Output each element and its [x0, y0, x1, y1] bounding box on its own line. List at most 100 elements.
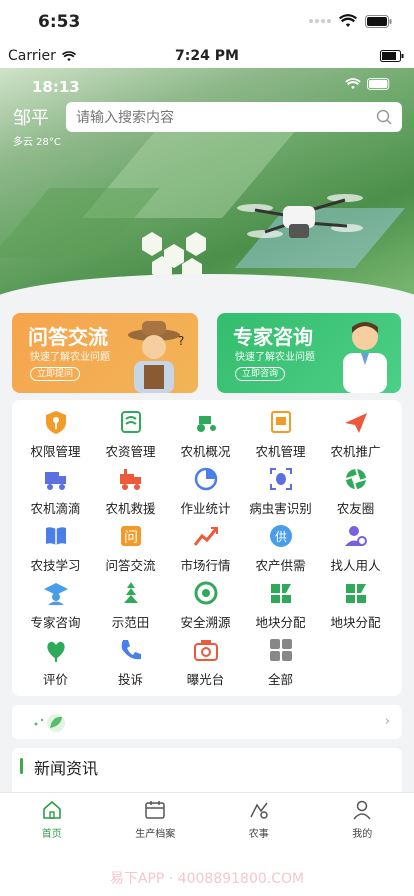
grid-item-label: 曝光台: [186, 672, 225, 687]
grid-item[interactable]: 安全溯源: [168, 577, 243, 634]
simulator-status-bar: Carrier 7:24 PM: [0, 44, 414, 68]
chevron-right-icon: ›: [384, 714, 390, 729]
grid-item[interactable]: 示范田: [93, 577, 168, 634]
grid-item[interactable]: 全部: [243, 634, 318, 691]
search-input[interactable]: 请输入搜索内容: [66, 102, 402, 132]
grid-item[interactable]: 农机推广: [318, 406, 393, 463]
simulator-time: 7:24 PM: [175, 48, 239, 64]
news-title: 新闻资讯: [34, 759, 99, 778]
grid-item[interactable]: 农机管理: [243, 406, 318, 463]
grid-item[interactable]: 农机救援: [93, 463, 168, 520]
paper-plane-icon: [343, 409, 369, 435]
grid-item-label: 农资管理: [105, 444, 156, 459]
expert-illustration: [343, 322, 387, 393]
grid-item-label: 农机推广: [330, 444, 381, 459]
grid-item[interactable]: 评价: [18, 634, 93, 691]
grid-item[interactable]: 问问答交流: [93, 520, 168, 577]
rescue-truck-icon: [118, 466, 144, 492]
battery-icon: [365, 14, 392, 28]
city-name: 邹平: [13, 108, 49, 129]
grid-item[interactable]: 权限管理: [18, 406, 93, 463]
supply-badge-icon: 供: [268, 523, 294, 549]
ask-now-button[interactable]: 立即提问: [30, 367, 81, 381]
grid-item-label: 农技学习: [30, 558, 81, 573]
svg-text:问: 问: [124, 530, 138, 546]
weather-text: 多云 28°C: [13, 137, 61, 148]
grid-item[interactable]: 供农产供需: [243, 520, 318, 577]
tab-production-records[interactable]: 生产档案: [104, 793, 208, 864]
consult-now-button[interactable]: 立即咨询: [235, 367, 286, 381]
home-icon: [42, 800, 61, 819]
grid-item[interactable]: 农机概况: [168, 406, 243, 463]
grid-item-label: 农机管理: [255, 444, 306, 459]
grid-item-label: 专家咨询: [30, 615, 81, 630]
farmer-illustration: ?: [128, 321, 184, 393]
grid-item[interactable]: 地块分配: [243, 577, 318, 634]
promo-subtitle: 快速了解农业问题: [235, 352, 315, 363]
cellular-signal-icon: [309, 19, 331, 23]
grid-item-label: 农机救援: [105, 501, 156, 516]
promo-title: 专家咨询: [233, 325, 313, 349]
tab-mine[interactable]: 我的: [311, 793, 414, 864]
grid-item-label: 问答交流: [105, 558, 156, 573]
battery-icon: [380, 50, 404, 62]
grid-item-label: 权限管理: [30, 444, 81, 459]
key-shield-icon: [43, 409, 69, 435]
tractor-icon: [193, 409, 219, 435]
promo-card-expert[interactable]: 专家咨询 快速了解农业问题 立即咨询: [217, 313, 401, 393]
drone-illustration: [237, 194, 363, 238]
grid-all-icon: [268, 637, 294, 663]
notice-bar[interactable]: ›: [12, 705, 402, 739]
grid-item[interactable]: 投诉: [93, 634, 168, 691]
app-status-bar: 18:13: [32, 78, 392, 96]
find-person-icon: [343, 523, 369, 549]
wifi-icon: [345, 78, 361, 90]
promo-title: 问答交流: [28, 325, 108, 349]
trace-icon: [193, 580, 219, 606]
grid-item[interactable]: 找人用人: [318, 520, 393, 577]
wifi-icon: [339, 14, 357, 27]
location-weather[interactable]: 邹平 多云 28°C: [13, 104, 61, 148]
device-status-bar: 6:53: [0, 0, 414, 44]
watermark: 易下APP · 4008891800.COM: [109, 871, 305, 887]
device-time: 6:53: [38, 12, 81, 32]
grid-item-label: 地块分配: [330, 615, 381, 630]
grid-item[interactable]: 作业统计: [168, 463, 243, 520]
grid-item-label: 示范田: [111, 615, 150, 630]
grid-item[interactable]: 市场行情: [168, 520, 243, 577]
grid-item-label: 农机概况: [180, 444, 231, 459]
camera-icon: [193, 637, 219, 663]
expert-cap-icon: [43, 580, 69, 606]
grid-item[interactable]: 曝光台: [168, 634, 243, 691]
question-chat-icon: 问: [118, 523, 144, 549]
grid-item[interactable]: 农资管理: [93, 406, 168, 463]
grid-item[interactable]: 病虫害识别: [243, 463, 318, 520]
leaf-notice-icon: [34, 714, 65, 732]
monitor-icon: [268, 409, 294, 435]
grid-item[interactable]: 农友圈: [318, 463, 393, 520]
grid-item[interactable]: 地块分配: [318, 577, 393, 634]
grid-item-label: 评价: [42, 672, 68, 687]
tab-label: 我的: [352, 829, 373, 840]
bug-scan-icon: [268, 466, 294, 492]
promo-card-qa[interactable]: 问答交流 快速了解农业问题 立即提问 ?: [12, 313, 198, 393]
svg-text:供: 供: [274, 530, 286, 544]
grid-item[interactable]: 农技学习: [18, 520, 93, 577]
field-icon: [118, 580, 144, 606]
tab-home[interactable]: 首页: [0, 793, 104, 864]
grid-item-label: 全部: [267, 672, 293, 687]
grid-item[interactable]: 农机滴滴: [18, 463, 93, 520]
tab-label: 农事: [248, 829, 269, 840]
plot-allocate-icon: [343, 580, 369, 606]
grid-item-label: 作业统计: [180, 501, 231, 516]
grid-item-label: 农机滴滴: [30, 501, 81, 516]
aperture-icon: [343, 466, 369, 492]
tab-farm-work[interactable]: 农事: [207, 793, 311, 864]
grid-item-label: 农产供需: [255, 558, 306, 573]
heart-leaf-icon: [43, 637, 69, 663]
trend-chart-icon: [193, 523, 219, 549]
search-icon[interactable]: [376, 109, 392, 125]
truck-icon: [43, 466, 69, 492]
user-icon: [353, 800, 371, 820]
grid-item[interactable]: 专家咨询: [18, 577, 93, 634]
